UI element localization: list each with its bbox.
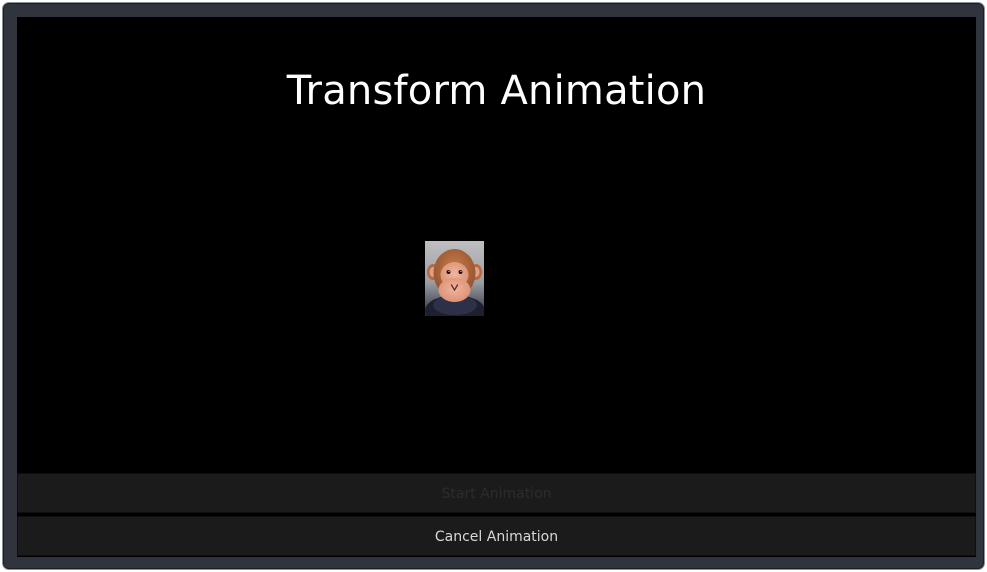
start-animation-button[interactable]: Start Animation: [17, 473, 976, 513]
page-title: Transform Animation: [286, 68, 707, 114]
device-frame: Transform Animation Start Animation Canc…: [2, 2, 985, 570]
monkey-image: [425, 241, 484, 316]
cancel-animation-button[interactable]: Cancel Animation: [17, 516, 976, 556]
app-screen: Transform Animation Start Animation Canc…: [17, 17, 976, 557]
